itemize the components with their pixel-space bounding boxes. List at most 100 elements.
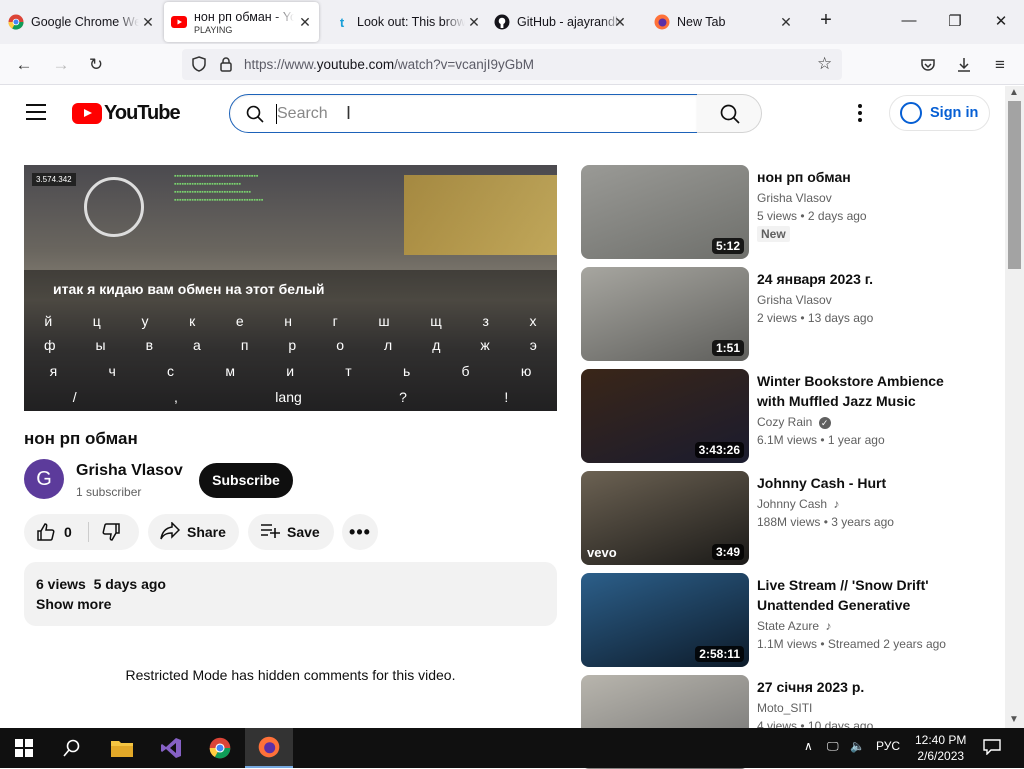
search-placeholder: Search xyxy=(277,105,328,122)
video-thumbnail[interactable]: 1:51 xyxy=(581,267,749,361)
input-language-indicator[interactable]: РУС xyxy=(876,739,900,753)
system-clock[interactable]: 12:40 PM 2/6/2023 xyxy=(915,732,966,764)
tab-label: Google Chrome We xyxy=(31,15,139,29)
scroll-up-arrow-icon[interactable]: ▲ xyxy=(1009,87,1019,98)
video-player[interactable]: 3.574.342 ▪▪▪▪▪▪▪▪▪▪▪▪▪▪▪▪▪▪▪▪▪▪▪▪▪▪▪▪▪▪… xyxy=(24,165,557,411)
search-button[interactable] xyxy=(697,94,762,133)
show-more-link[interactable]: Show more xyxy=(36,596,111,612)
keyboard-row: ячсмитьбю xyxy=(24,363,557,379)
youtube-logo[interactable]: YouTube xyxy=(72,102,181,125)
keyboard-key: lang xyxy=(275,389,302,405)
video-thumbnail[interactable]: 2:58:11 xyxy=(581,573,749,667)
chrome-icon[interactable] xyxy=(196,728,244,768)
video-thumbnail[interactable]: 5:12 xyxy=(581,165,749,259)
address-bar[interactable]: https://www.youtube.com/watch?v=vcanjI9y… xyxy=(182,49,842,80)
network-icon[interactable]: 🖵 xyxy=(827,739,839,754)
visual-studio-icon[interactable] xyxy=(147,728,195,768)
keyboard-key: щ xyxy=(430,313,442,329)
recommendation-card[interactable]: vevo 3:49 Johnny Cash - Hurt Johnny Cash ♪ 1… xyxy=(581,471,961,565)
scroll-down-arrow-icon[interactable]: ▼ xyxy=(1009,714,1019,725)
lock-icon[interactable] xyxy=(220,56,232,77)
more-options-icon[interactable] xyxy=(858,104,862,125)
subscribe-button[interactable]: Subscribe xyxy=(199,463,293,498)
show-hidden-icons-chevron-icon[interactable]: ∧ xyxy=(804,739,813,753)
pocket-icon[interactable] xyxy=(917,54,939,76)
recommendation-title[interactable]: нон рп обман xyxy=(757,167,962,187)
save-button[interactable]: Save xyxy=(248,514,334,550)
close-tab-icon[interactable]: ✕ xyxy=(297,14,313,30)
url-text[interactable]: https://www.youtube.com/watch?v=vcanjI9y… xyxy=(244,57,534,72)
more-actions-button[interactable]: ••• xyxy=(342,514,378,550)
keyboard-key: е xyxy=(235,313,244,329)
recommendation-card[interactable]: 2:58:11 Live Stream // 'Snow Drift' Unatt… xyxy=(581,573,961,667)
mouse-cursor-icon: I xyxy=(346,103,352,123)
scrollbar-thumb[interactable] xyxy=(1008,101,1021,269)
recommendation-title[interactable]: 27 січня 2023 р. xyxy=(757,677,962,697)
keyboard-row: йцукенгшщзх xyxy=(24,313,557,329)
recommendation-channel[interactable]: Cozy Rain ✓ xyxy=(757,415,831,429)
keyboard-key: т xyxy=(345,363,352,379)
description-box[interactable]: 6 views 5 days ago Show more xyxy=(24,562,557,626)
new-tab-plus-icon[interactable]: + xyxy=(816,9,836,31)
keyboard-key: з xyxy=(482,313,489,329)
close-tab-icon[interactable]: ✕ xyxy=(612,14,628,30)
back-arrow-icon[interactable]: ← xyxy=(13,54,35,76)
restore-icon[interactable]: ❐ xyxy=(945,12,965,32)
close-tab-icon[interactable]: ✕ xyxy=(140,14,156,30)
bookmark-star-icon[interactable]: ☆ xyxy=(817,54,832,74)
recommendation-card[interactable]: 5:12 нон рп обман Grisha Vlasov 5 views • 2… xyxy=(581,165,961,259)
close-tab-icon[interactable]: ✕ xyxy=(466,14,482,30)
recommendation-channel[interactable]: Grisha Vlasov xyxy=(757,191,832,205)
windows-start-icon[interactable] xyxy=(0,728,48,768)
recommendation-title[interactable]: 24 января 2023 г. xyxy=(757,269,962,289)
recommendation-card[interactable]: 3:43:26 Winter Bookstore Ambience with Mu… xyxy=(581,369,961,463)
guide-menu-icon[interactable] xyxy=(26,104,46,120)
video-thumbnail[interactable]: 3:43:26 xyxy=(581,369,749,463)
file-explorer-icon[interactable] xyxy=(98,728,146,768)
recommendation-title[interactable]: Winter Bookstore Ambience with Muffled J… xyxy=(757,371,962,411)
close-window-icon[interactable]: ✕ xyxy=(991,12,1011,32)
recommendation-channel[interactable]: Moto_SITI xyxy=(757,701,812,715)
downloads-icon[interactable] xyxy=(953,54,975,76)
search-input[interactable]: Search I xyxy=(229,94,698,133)
notifications-icon[interactable] xyxy=(983,739,1001,758)
keyboard-key: л xyxy=(384,337,393,353)
like-button[interactable] xyxy=(36,522,56,545)
recommendation-channel[interactable]: Grisha Vlasov xyxy=(757,293,832,307)
video-thumbnail[interactable]: vevo 3:49 xyxy=(581,471,749,565)
recommendation-title[interactable]: Johnny Cash - Hurt xyxy=(757,473,962,493)
keyboard-key: ы xyxy=(95,337,106,353)
tab-look-out[interactable]: t Look out: This brow ✕ xyxy=(334,2,488,42)
recommendation-title[interactable]: Live Stream // 'Snow Drift' Unattended G… xyxy=(757,575,962,615)
volume-icon[interactable]: 🔈 xyxy=(850,739,865,753)
close-tab-icon[interactable]: ✕ xyxy=(778,14,794,30)
keyboard-key: ж xyxy=(480,337,490,353)
shield-icon[interactable] xyxy=(192,56,206,77)
tab-new-tab[interactable]: New Tab ✕ xyxy=(654,2,800,42)
duration-badge: 5:12 xyxy=(711,238,744,254)
keyboard-row: /, lang?! xyxy=(24,389,557,405)
forward-arrow-icon[interactable]: → xyxy=(50,54,72,76)
recommendation-channel[interactable]: Johnny Cash ♪ xyxy=(757,497,839,511)
recommendation-card[interactable]: 1:51 24 января 2023 г. Grisha Vlasov 2 view… xyxy=(581,267,961,361)
dislike-button[interactable] xyxy=(101,522,121,545)
tumblr-icon: t xyxy=(339,14,345,30)
recommendation-channel[interactable]: State Azure ♪ xyxy=(757,619,831,633)
minimize-icon[interactable]: — xyxy=(899,12,919,32)
search-icon[interactable] xyxy=(48,728,96,768)
keyboard-key: ф xyxy=(44,337,56,353)
keyboard-row: фывапролджэ xyxy=(24,337,557,353)
channel-name[interactable]: Grisha Vlasov xyxy=(76,462,183,480)
channel-avatar[interactable]: G xyxy=(24,459,64,499)
menu-hamburger-icon[interactable]: ≡ xyxy=(989,54,1011,76)
tab-google-chrome[interactable]: Google Chrome We ✕ xyxy=(8,2,162,42)
keyboard-key: и xyxy=(286,363,295,379)
share-button[interactable]: Share xyxy=(148,514,239,550)
chrome-icon xyxy=(8,14,24,30)
tab-github[interactable]: GitHub - ajayrandha ✕ xyxy=(494,2,634,42)
tab-label: GitHub - ajayrandha xyxy=(517,15,622,29)
sign-in-button[interactable]: Sign in xyxy=(889,95,990,131)
firefox-icon[interactable] xyxy=(245,728,293,768)
tab-youtube-active[interactable]: нон рп обман - Yo PLAYING ✕ xyxy=(164,2,319,42)
reload-icon[interactable]: ↻ xyxy=(85,54,107,76)
